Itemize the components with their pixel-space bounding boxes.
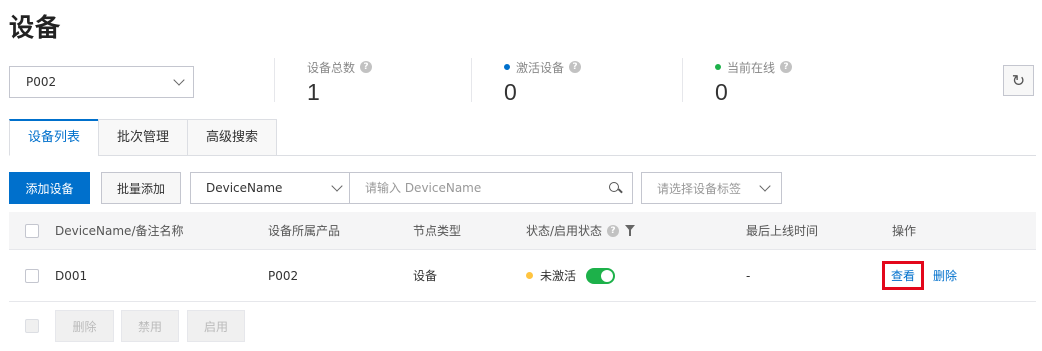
product-select-value: P002: [26, 75, 57, 89]
select-all-checkbox[interactable]: [25, 223, 39, 238]
search-field-select[interactable]: DeviceName: [190, 172, 350, 204]
batch-add-button[interactable]: 批量添加: [101, 172, 181, 204]
stat-value: 0: [504, 79, 517, 105]
batch-disable-button[interactable]: 禁用: [121, 310, 179, 342]
status-cell: 未激活: [526, 250, 616, 301]
header-actions: 操作: [892, 224, 917, 238]
stat-label: 设备总数: [307, 60, 356, 75]
refresh-icon: ↻: [1011, 71, 1026, 90]
header-product: 设备所属产品: [268, 224, 341, 238]
stat-total-devices: 设备总数? 1: [307, 59, 373, 106]
batch-delete-button[interactable]: 删除: [55, 310, 114, 342]
stat-divider: [274, 58, 275, 102]
header-node-type: 节点类型: [413, 224, 462, 238]
search-input[interactable]: [365, 181, 608, 195]
search-icon[interactable]: [608, 181, 622, 195]
product-select[interactable]: P002: [9, 66, 194, 98]
status-dot-icon: [504, 64, 510, 70]
tab-bar: 设备列表 批次管理 高级搜索: [9, 119, 1036, 156]
delete-link[interactable]: 删除: [933, 267, 957, 284]
product-cell: P002: [268, 268, 299, 283]
status-text: 未激活: [540, 269, 577, 283]
enable-toggle[interactable]: [586, 267, 616, 284]
refresh-button[interactable]: ↻: [1003, 65, 1034, 96]
view-link[interactable]: 查看: [882, 261, 925, 290]
row-checkbox[interactable]: [25, 268, 39, 283]
stat-value: 1: [307, 79, 320, 105]
table-row: D001 P002 设备 未激活 - 查看 删除: [9, 250, 1036, 302]
table-header: DeviceName/备注名称 设备所属产品 节点类型 状态/启用状态 ? 最后…: [9, 212, 1036, 250]
header-device-name: DeviceName/备注名称: [55, 224, 184, 238]
stat-activated-devices: 激活设备? 0: [504, 59, 582, 106]
status-dot-icon: [715, 64, 721, 70]
status-dot-icon: [526, 272, 533, 279]
chevron-down-icon: [759, 180, 771, 192]
tab-batch-management[interactable]: 批次管理: [98, 119, 188, 156]
search-box: [349, 172, 633, 204]
chevron-down-icon: [173, 74, 185, 86]
header-status-label: 状态/启用状态: [526, 224, 603, 238]
stat-value: 0: [715, 79, 728, 105]
device-tag-placeholder: 请选择设备标签: [657, 181, 742, 196]
batch-select-checkbox-wrap: [25, 319, 39, 333]
last-online-cell: -: [746, 268, 751, 283]
batch-enable-button[interactable]: 启用: [187, 310, 245, 342]
stat-online-devices: 当前在线? 0: [715, 59, 793, 106]
chevron-down-icon: [331, 180, 343, 192]
stat-divider: [471, 58, 472, 102]
tab-advanced-search[interactable]: 高级搜索: [187, 119, 277, 156]
batch-select-checkbox[interactable]: [25, 319, 39, 333]
stat-label: 激活设备: [516, 60, 565, 75]
add-device-button[interactable]: 添加设备: [9, 172, 90, 204]
help-icon[interactable]: ?: [360, 61, 373, 73]
header-status: 状态/启用状态 ?: [526, 212, 636, 249]
filter-icon[interactable]: [625, 225, 636, 236]
device-table: DeviceName/备注名称 设备所属产品 节点类型 状态/启用状态 ? 最后…: [9, 212, 1036, 302]
help-icon[interactable]: ?: [780, 61, 793, 73]
search-field-value: DeviceName: [206, 181, 283, 195]
node-type-cell: 设备: [413, 269, 438, 283]
device-name-cell: D001: [55, 268, 88, 283]
help-icon[interactable]: ?: [569, 61, 582, 73]
page-title: 设备: [9, 13, 62, 42]
stat-label: 当前在线: [727, 60, 776, 75]
stat-divider: [682, 58, 683, 102]
device-tag-select[interactable]: 请选择设备标签: [641, 172, 782, 204]
header-last-online: 最后上线时间: [746, 224, 819, 238]
tab-device-list[interactable]: 设备列表: [9, 119, 99, 156]
help-icon[interactable]: ?: [607, 224, 620, 237]
actions-cell: 查看 删除: [882, 250, 957, 301]
